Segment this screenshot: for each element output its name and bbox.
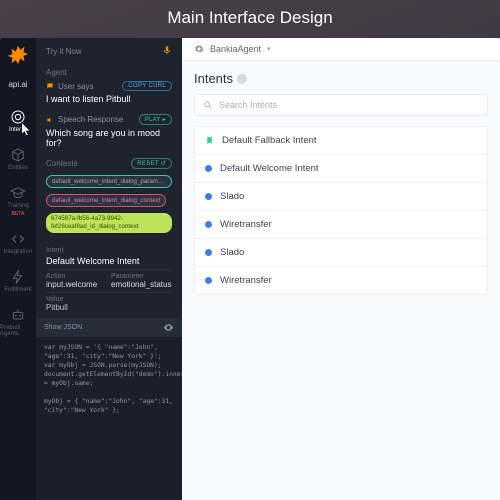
help-icon[interactable] — [237, 74, 247, 84]
mic-icon[interactable] — [162, 45, 172, 57]
play-button[interactable]: PLAY ▸ — [139, 114, 172, 125]
search-input[interactable]: Search Intents — [194, 94, 488, 116]
try-title: Try it Now — [46, 47, 82, 56]
context-chip[interactable]: default_welcome_intent_dialog_params_emo… — [46, 175, 172, 188]
intent-value: Default Welcome Intent — [46, 256, 172, 266]
robot-icon — [10, 307, 26, 323]
beta-badge: BETA — [12, 211, 25, 217]
dot-icon — [205, 221, 212, 228]
rail-item-training[interactable]: Training BETA — [7, 185, 28, 217]
contexts-heading: Contexts — [46, 159, 78, 168]
json-code: var myJSON = '{ "name":"John", "age":31,… — [36, 337, 182, 500]
intent-label: Default Fallback Intent — [222, 135, 317, 146]
rail-label: Prebuilt Agents — [0, 325, 36, 337]
grad-icon — [10, 185, 26, 201]
bookmark-icon — [205, 135, 214, 146]
rail-label: Training — [7, 203, 28, 209]
brand-name: api.ai — [8, 80, 27, 89]
intent-label: Slado — [220, 191, 244, 202]
dot-icon — [205, 249, 212, 256]
intent-label: Wiretransfer — [220, 219, 272, 230]
eye-icon — [163, 322, 174, 333]
context-chip[interactable]: default_welcome_intent_dialog_context — [46, 194, 166, 207]
cube-icon — [10, 147, 26, 163]
speech-response-value: Which song are you in mood for? — [46, 128, 172, 148]
rail-item-entities[interactable]: Entities — [8, 147, 28, 171]
api-ai-logo-icon — [7, 44, 29, 66]
list-item[interactable]: Wiretransfer — [195, 267, 487, 294]
copy-curl-button[interactable]: COPY CURL — [122, 81, 172, 91]
list-item[interactable]: Slado — [195, 183, 487, 211]
rail-label: Fulfillment — [4, 287, 31, 293]
brand-logo[interactable] — [7, 44, 29, 66]
page-title: Main Interface Design — [0, 8, 500, 28]
gear-icon — [194, 44, 204, 54]
speech-label: Speech Response — [58, 115, 123, 124]
rail-label: Integration — [4, 249, 32, 255]
list-item[interactable]: Default Welcome Intent — [195, 155, 487, 183]
breadcrumb-agent: BankiaAgent — [210, 44, 261, 54]
rail-label: Entities — [8, 165, 28, 171]
chevron-down-icon: ▾ — [267, 45, 271, 53]
main-area: BankiaAgent ▾ Intents Search Intents Def… — [182, 38, 500, 500]
value-value: Pitbull — [46, 303, 172, 312]
show-json-label: Show JSON — [44, 324, 82, 331]
rail-item-fulfillment[interactable]: Fulfillment — [4, 269, 31, 293]
show-json-toggle[interactable]: Show JSON — [36, 318, 182, 337]
value-label: Value — [46, 296, 172, 303]
rail-item-integration[interactable]: Integration — [4, 231, 32, 255]
intent-label: Slado — [220, 247, 244, 258]
user-says-value: I want to listen Pitbull — [46, 94, 172, 104]
app-window: api.ai Intents Entities Training BETA In… — [0, 38, 500, 500]
action-value: input.welcome — [46, 280, 107, 289]
intents-list: Default Fallback Intent Default Welcome … — [194, 126, 488, 295]
cursor-icon — [19, 121, 35, 137]
parameter-label: Parameter — [111, 273, 172, 280]
dot-icon — [205, 165, 212, 172]
search-icon — [203, 100, 213, 110]
parameter-value: emotional_status — [111, 280, 172, 289]
heading-text: Intents — [194, 71, 233, 86]
list-item[interactable]: Slado — [195, 239, 487, 267]
intent-label: Intent — [46, 247, 172, 254]
action-label: Action — [46, 273, 107, 280]
dot-icon — [205, 277, 212, 284]
user-says-label: User says — [58, 82, 94, 91]
rail-item-intents[interactable]: Intents — [9, 109, 27, 133]
dot-icon — [205, 193, 212, 200]
breadcrumb[interactable]: BankiaAgent ▾ — [182, 38, 500, 61]
context-chip[interactable]: 674597a-fb56-4a73-9942-fef26ceaf8ad_id_d… — [46, 213, 172, 233]
search-placeholder: Search Intents — [219, 100, 277, 110]
speaker-icon — [46, 116, 54, 124]
agent-heading: Agent — [46, 68, 172, 77]
intents-heading: Intents — [194, 71, 488, 86]
list-item[interactable]: Wiretransfer — [195, 211, 487, 239]
intent-label: Wiretransfer — [220, 275, 272, 286]
chat-icon — [46, 82, 54, 90]
icon-rail: api.ai Intents Entities Training BETA In… — [0, 38, 36, 500]
try-panel: Try it Now Agent User says COPY CURL I w… — [36, 38, 182, 500]
rail-item-prebuilt[interactable]: Prebuilt Agents — [0, 307, 36, 337]
intent-label: Default Welcome Intent — [220, 163, 319, 174]
list-item[interactable]: Default Fallback Intent — [195, 127, 487, 155]
reset-button[interactable]: RESET ↺ — [131, 158, 172, 169]
bolt-icon — [10, 269, 26, 285]
code-icon — [10, 231, 26, 247]
